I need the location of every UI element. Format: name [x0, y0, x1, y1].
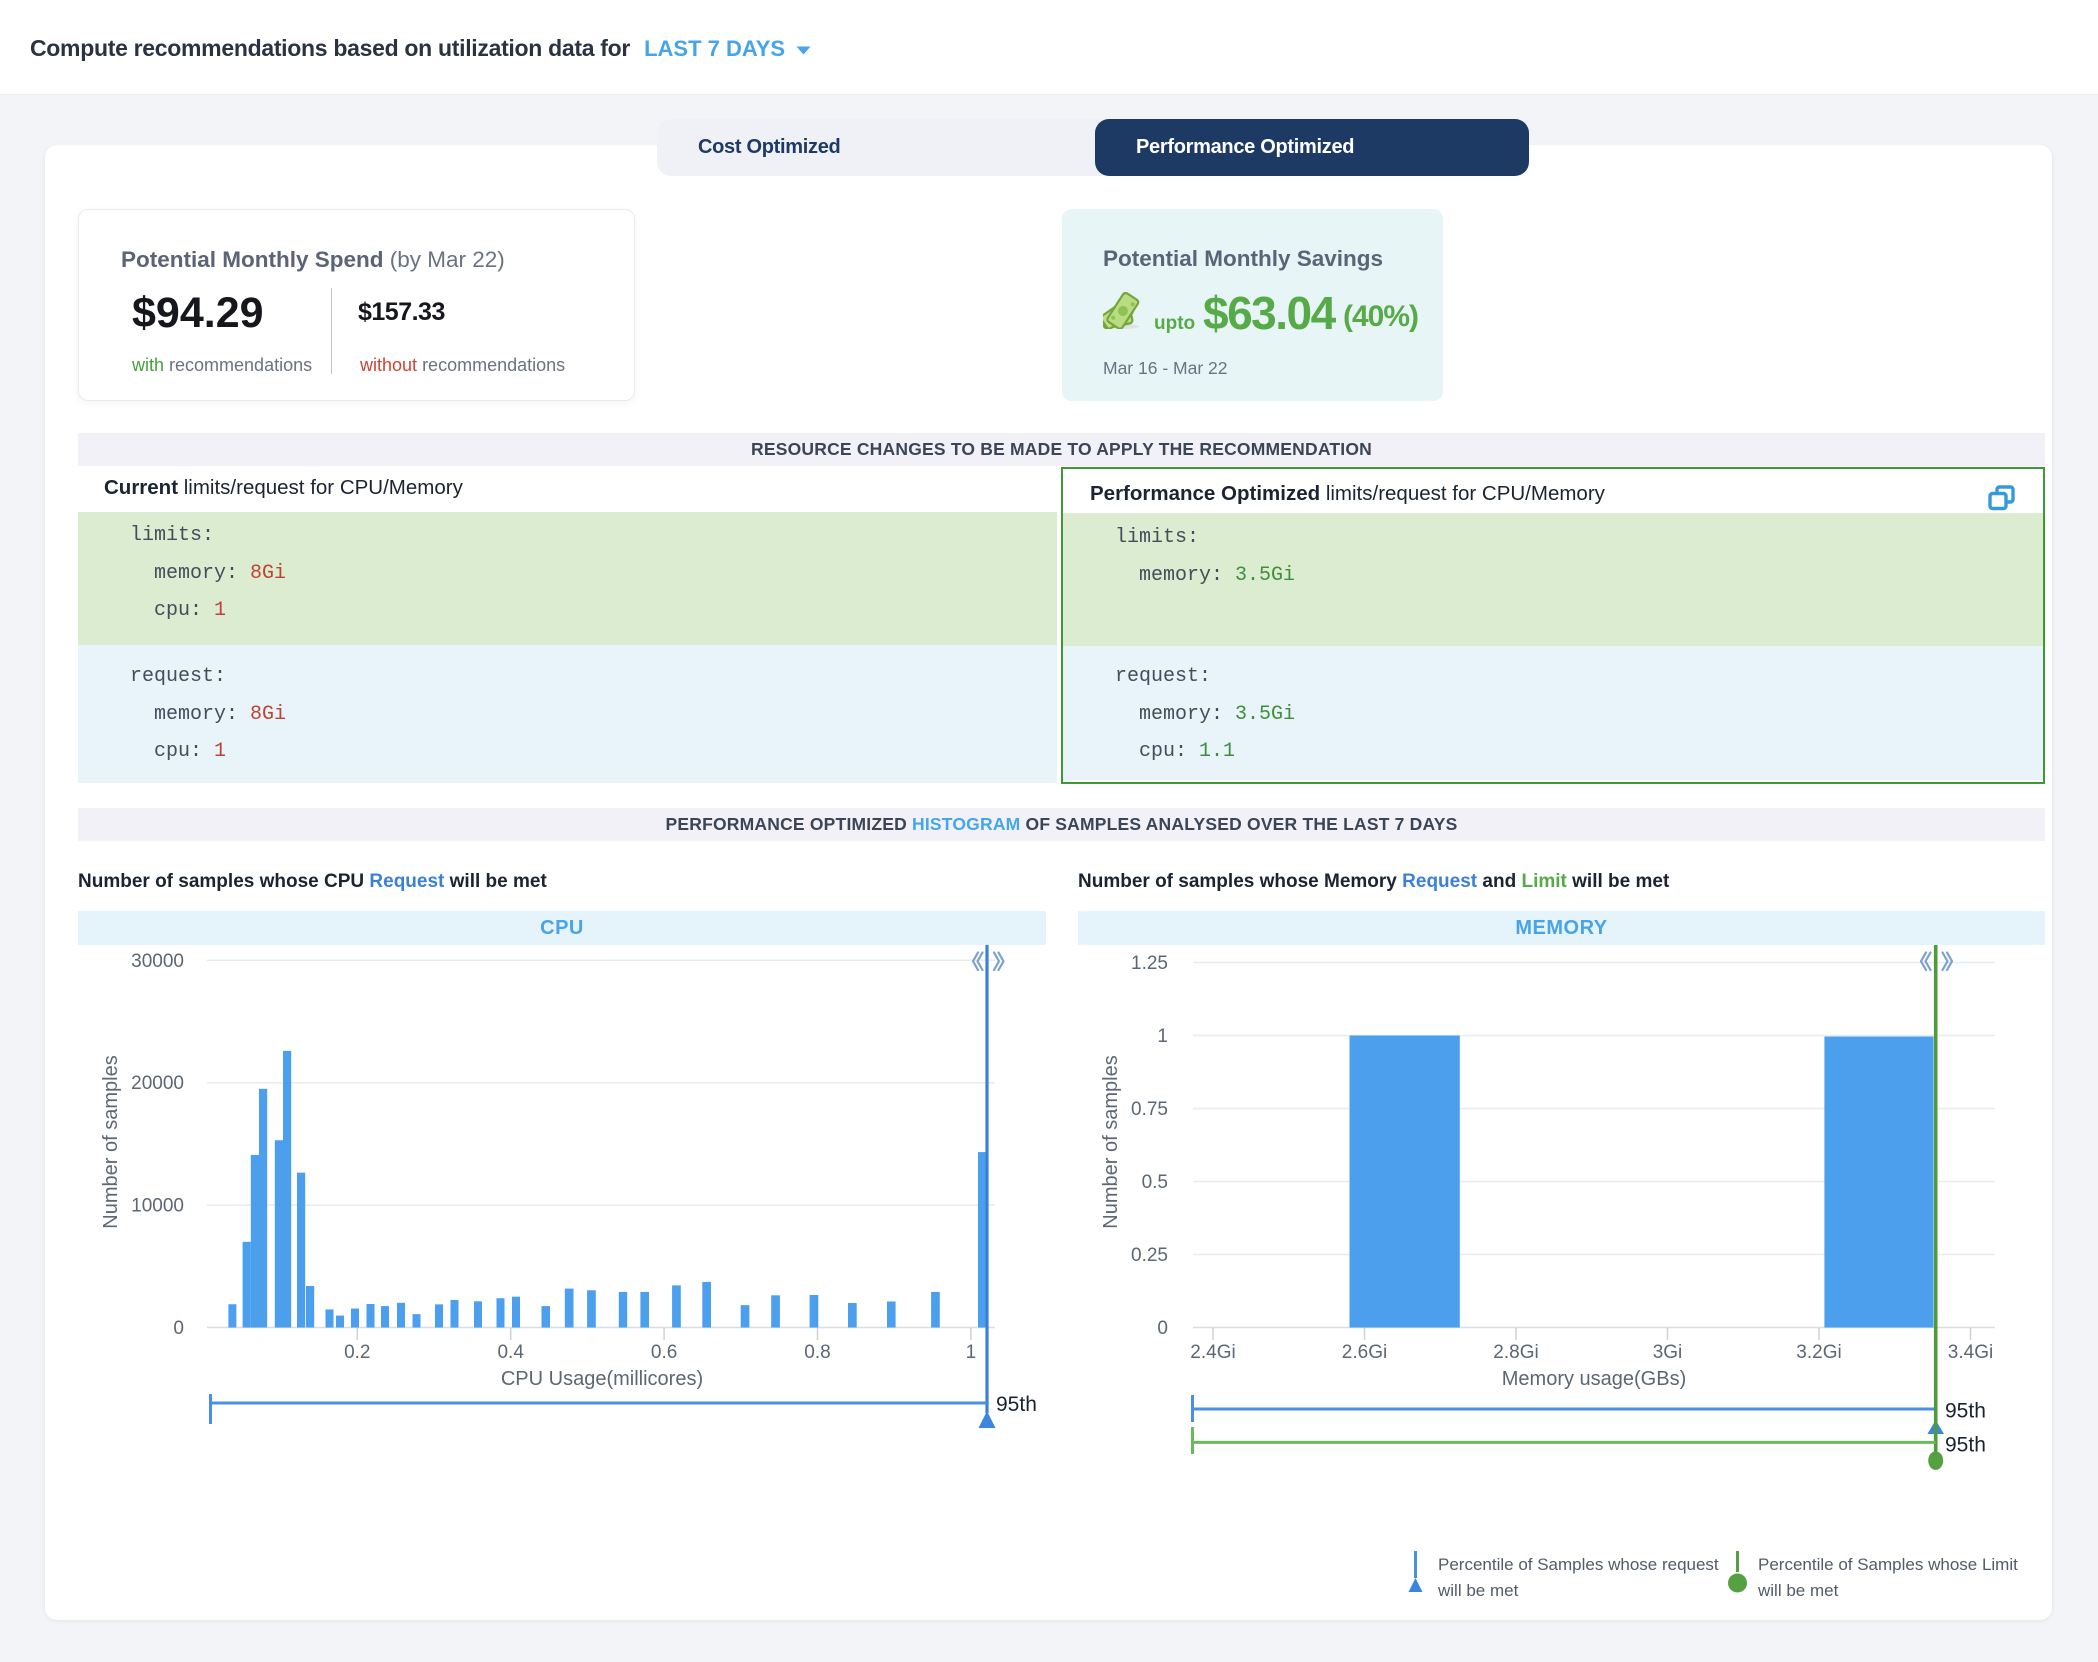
- svg-text:2.6Gi: 2.6Gi: [1342, 1342, 1387, 1363]
- svg-text:20000: 20000: [131, 1073, 184, 1094]
- svg-text:95th: 95th: [996, 1393, 1037, 1416]
- svg-text:3.2Gi: 3.2Gi: [1796, 1342, 1841, 1363]
- svg-text:0.25: 0.25: [1131, 1245, 1168, 1266]
- svg-text:0.6: 0.6: [651, 1342, 677, 1363]
- svg-text:3Gi: 3Gi: [1653, 1342, 1683, 1363]
- svg-text:2.4Gi: 2.4Gi: [1190, 1342, 1235, 1363]
- svg-text:0.75: 0.75: [1131, 1099, 1168, 1120]
- svg-text:3.4Gi: 3.4Gi: [1948, 1342, 1993, 1363]
- svg-text:0.4: 0.4: [497, 1342, 524, 1363]
- svg-text:0.8: 0.8: [804, 1342, 830, 1363]
- svg-text:CPU Usage(millicores): CPU Usage(millicores): [501, 1368, 703, 1390]
- svg-text:30000: 30000: [131, 951, 184, 972]
- svg-text:Number of samples: Number of samples: [100, 1055, 122, 1228]
- svg-text:1: 1: [966, 1342, 977, 1363]
- svg-text:Number of samples: Number of samples: [1100, 1055, 1122, 1228]
- svg-text:1: 1: [1157, 1026, 1168, 1047]
- svg-text:0.5: 0.5: [1142, 1172, 1168, 1193]
- svg-text:1.25: 1.25: [1131, 953, 1168, 974]
- svg-text:95th: 95th: [1945, 1400, 1986, 1423]
- svg-text:10000: 10000: [131, 1196, 184, 1217]
- svg-text:2.8Gi: 2.8Gi: [1493, 1342, 1538, 1363]
- svg-text:95th: 95th: [1945, 1434, 1986, 1457]
- svg-text:Memory usage(GBs): Memory usage(GBs): [1502, 1368, 1687, 1390]
- svg-text:0: 0: [1157, 1318, 1168, 1339]
- svg-text:0.2: 0.2: [344, 1342, 370, 1363]
- svg-text:0: 0: [173, 1318, 184, 1339]
